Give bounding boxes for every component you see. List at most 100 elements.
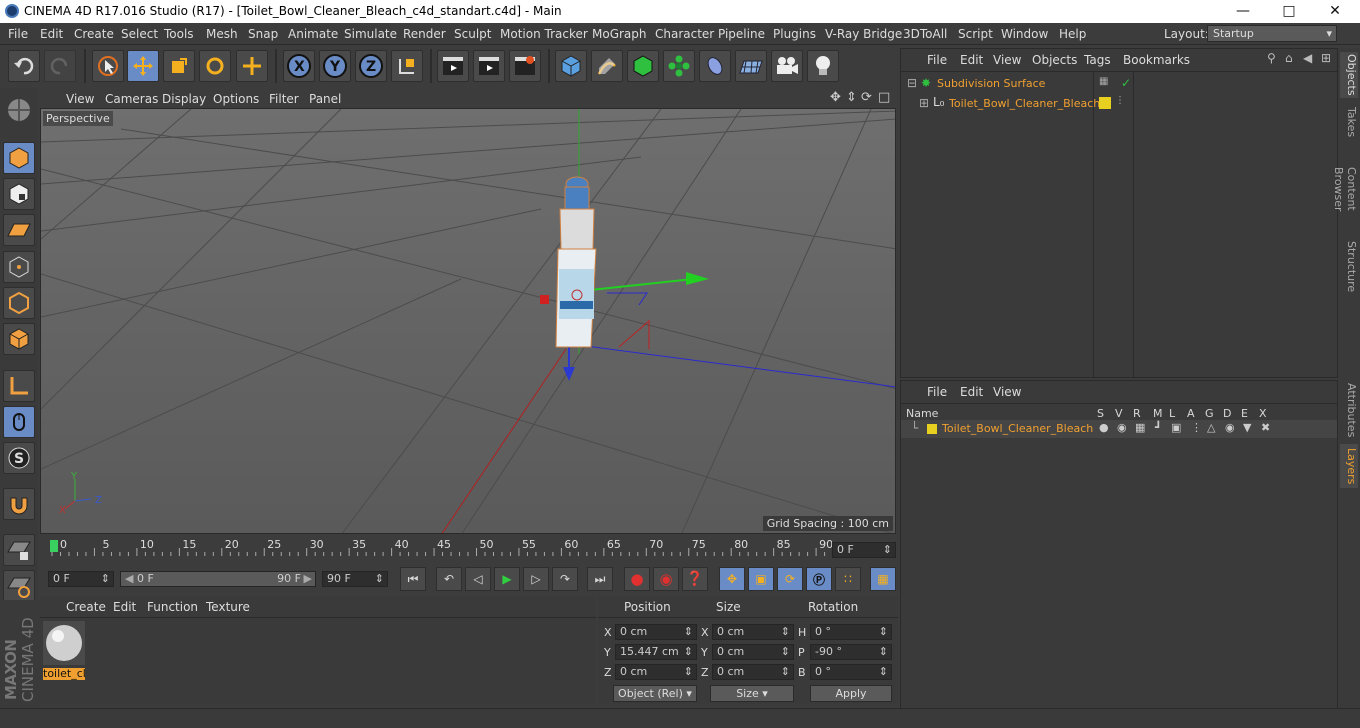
viewport-menu-view[interactable]: View	[66, 92, 94, 106]
timeline-ruler[interactable]: 0 5 10 15 20 25 30 35 40 45 50 55 60 65 70 75 80 85 90 0 F…	[40, 536, 896, 562]
maximize-button[interactable]: □	[1266, 0, 1312, 23]
menu-script[interactable]: Script	[958, 27, 993, 41]
layer-column-d[interactable]: D	[1223, 407, 1231, 420]
camera-button[interactable]	[771, 50, 803, 82]
polygons-mode-button[interactable]	[3, 323, 35, 355]
live-selection-button[interactable]	[92, 50, 124, 82]
previous-frame-button[interactable]: ◁	[465, 567, 491, 591]
key-position-button[interactable]: ✥	[719, 567, 745, 591]
layer-column-s[interactable]: S	[1097, 407, 1104, 420]
layer-column-x[interactable]: X	[1259, 407, 1267, 420]
enable-axis-button[interactable]	[3, 370, 35, 402]
y-axis-button[interactable]: Y	[319, 50, 351, 82]
layer-menu-view[interactable]: View	[993, 385, 1021, 399]
menu-pipeline[interactable]: Pipeline	[718, 27, 765, 41]
end-frame-field[interactable]: 90 F ⇕	[322, 571, 388, 587]
tab-content-browser[interactable]: Content Browser	[1332, 144, 1358, 234]
previous-key-button[interactable]: ↶	[436, 567, 462, 591]
layer-menu-edit[interactable]: Edit	[960, 385, 983, 399]
key-rotation-button[interactable]: ⟳	[777, 567, 803, 591]
next-key-button[interactable]: ↷	[552, 567, 578, 591]
current-frame-field[interactable]: 0 F ⇕	[832, 542, 896, 558]
object-menu-tags[interactable]: Tags	[1084, 53, 1111, 67]
layer-column-l[interactable]: L	[1169, 407, 1175, 420]
menu-plugins[interactable]: Plugins	[773, 27, 816, 41]
undo-button[interactable]	[8, 50, 40, 82]
key-parameter-button[interactable]: Ⓟ	[806, 567, 832, 591]
layer-column-v[interactable]: V	[1115, 407, 1123, 420]
planar-workplane-button[interactable]	[3, 570, 35, 602]
viewport-nav-zoom-icon[interactable]: ⇕	[846, 90, 857, 105]
layer-column-e[interactable]: E	[1241, 407, 1248, 420]
texture-mode-button[interactable]	[3, 178, 35, 210]
tab-layers[interactable]: Layers	[1340, 444, 1358, 488]
make-editable-button[interactable]	[3, 94, 35, 126]
position-y-field[interactable]: 15.447 cm ⇕	[615, 644, 697, 660]
rotate-tool-button[interactable]	[199, 50, 231, 82]
size-mode-select[interactable]: Size ▾	[710, 685, 794, 702]
play-button[interactable]: ▶	[494, 567, 520, 591]
layer-row[interactable]: └ Toilet_Bowl_Cleaner_Bleach ● ◉ ▦ ┛ ▣ ⋮…	[901, 420, 1337, 438]
minimize-button[interactable]: —	[1220, 0, 1266, 23]
object-menu-file[interactable]: File	[927, 53, 947, 67]
tab-objects[interactable]: Objects	[1340, 52, 1358, 98]
menu-mesh[interactable]: Mesh	[206, 27, 238, 41]
pen-spline-button[interactable]	[591, 50, 623, 82]
menu-vray-bridge[interactable]: V-Ray Bridge	[825, 27, 902, 41]
start-frame-field[interactable]: 0 F ⇕	[48, 571, 114, 587]
object-menu-edit[interactable]: Edit	[960, 53, 983, 67]
layout-select[interactable]: Startup ▾	[1207, 25, 1337, 42]
position-z-field[interactable]: 0 cm ⇕	[615, 664, 697, 680]
material-menu-function[interactable]: Function	[147, 600, 198, 614]
menu-character[interactable]: Character	[655, 27, 714, 41]
tab-takes[interactable]: Takes	[1340, 104, 1358, 140]
menu-select[interactable]: Select	[121, 27, 158, 41]
z-axis-button[interactable]: Z	[355, 50, 387, 82]
material-swatch[interactable]: toilet_cl	[43, 621, 86, 680]
object-menu-objects[interactable]: Objects	[1032, 53, 1077, 67]
coordinate-mode-select[interactable]: Object (Rel) ▾	[613, 685, 697, 702]
material-menu-edit[interactable]: Edit	[113, 600, 136, 614]
menu-window[interactable]: Window	[1001, 27, 1048, 41]
menu-3dtoall[interactable]: 3DToAll	[903, 27, 947, 41]
apply-button[interactable]: Apply	[810, 685, 892, 702]
scale-tool-button[interactable]	[163, 50, 195, 82]
size-x-field[interactable]: 0 cm ⇕	[712, 624, 794, 640]
object-menu-view[interactable]: View	[993, 53, 1021, 67]
next-frame-button[interactable]: ▷	[523, 567, 549, 591]
layer-column-g[interactable]: G	[1205, 407, 1214, 420]
autokey-button[interactable]: ◉	[653, 567, 679, 591]
menu-simulate[interactable]: Simulate	[344, 27, 397, 41]
menu-mograph[interactable]: MoGraph	[592, 27, 647, 41]
floor-button[interactable]	[735, 50, 767, 82]
key-scale-button[interactable]: ▣	[748, 567, 774, 591]
material-menu-create[interactable]: Create	[66, 600, 106, 614]
locked-workplane-button[interactable]	[3, 534, 35, 566]
menu-motion-tracker[interactable]: Motion Tracker	[500, 27, 588, 41]
edges-mode-button[interactable]	[3, 287, 35, 319]
size-z-field[interactable]: 0 cm ⇕	[712, 664, 794, 680]
object-row-subdivision[interactable]: ⊟ ✸ Subdivision Surface ▦ ✓	[901, 74, 1337, 94]
snap-button[interactable]	[3, 488, 35, 520]
light-button[interactable]	[807, 50, 839, 82]
key-pla-button[interactable]: ∷	[835, 567, 861, 591]
home-icon[interactable]: ⌂	[1285, 51, 1293, 65]
transform-tool-button[interactable]	[236, 50, 268, 82]
frame-range-slider[interactable]: ◀ 0 F 90 F ▶	[120, 571, 316, 587]
tweak-mode-button[interactable]	[3, 406, 35, 438]
size-y-field[interactable]: 0 cm ⇕	[712, 644, 794, 660]
subdivision-button[interactable]	[627, 50, 659, 82]
menu-animate[interactable]: Animate	[288, 27, 338, 41]
viewport-nav-move-icon[interactable]: ✥	[830, 90, 841, 105]
timeline-window-button[interactable]: ▦	[870, 567, 896, 591]
rotation-h-field[interactable]: 0 ° ⇕	[810, 624, 892, 640]
object-row-bottle[interactable]: ⊞ L₀ Toilet_Bowl_Cleaner_Bleach ⋮	[901, 94, 1337, 114]
rotation-b-field[interactable]: 0 ° ⇕	[810, 664, 892, 680]
viewport-menu-filter[interactable]: Filter	[269, 92, 299, 106]
3d-viewport[interactable]: Perspective Y Z X Grid Spacing : 100 cm	[40, 108, 896, 534]
menu-tools[interactable]: Tools	[164, 27, 194, 41]
x-axis-button[interactable]: X	[283, 50, 315, 82]
layer-column-r[interactable]: R	[1133, 407, 1141, 420]
tab-attributes[interactable]: Attributes	[1340, 382, 1358, 438]
material-menu-texture[interactable]: Texture	[206, 600, 250, 614]
